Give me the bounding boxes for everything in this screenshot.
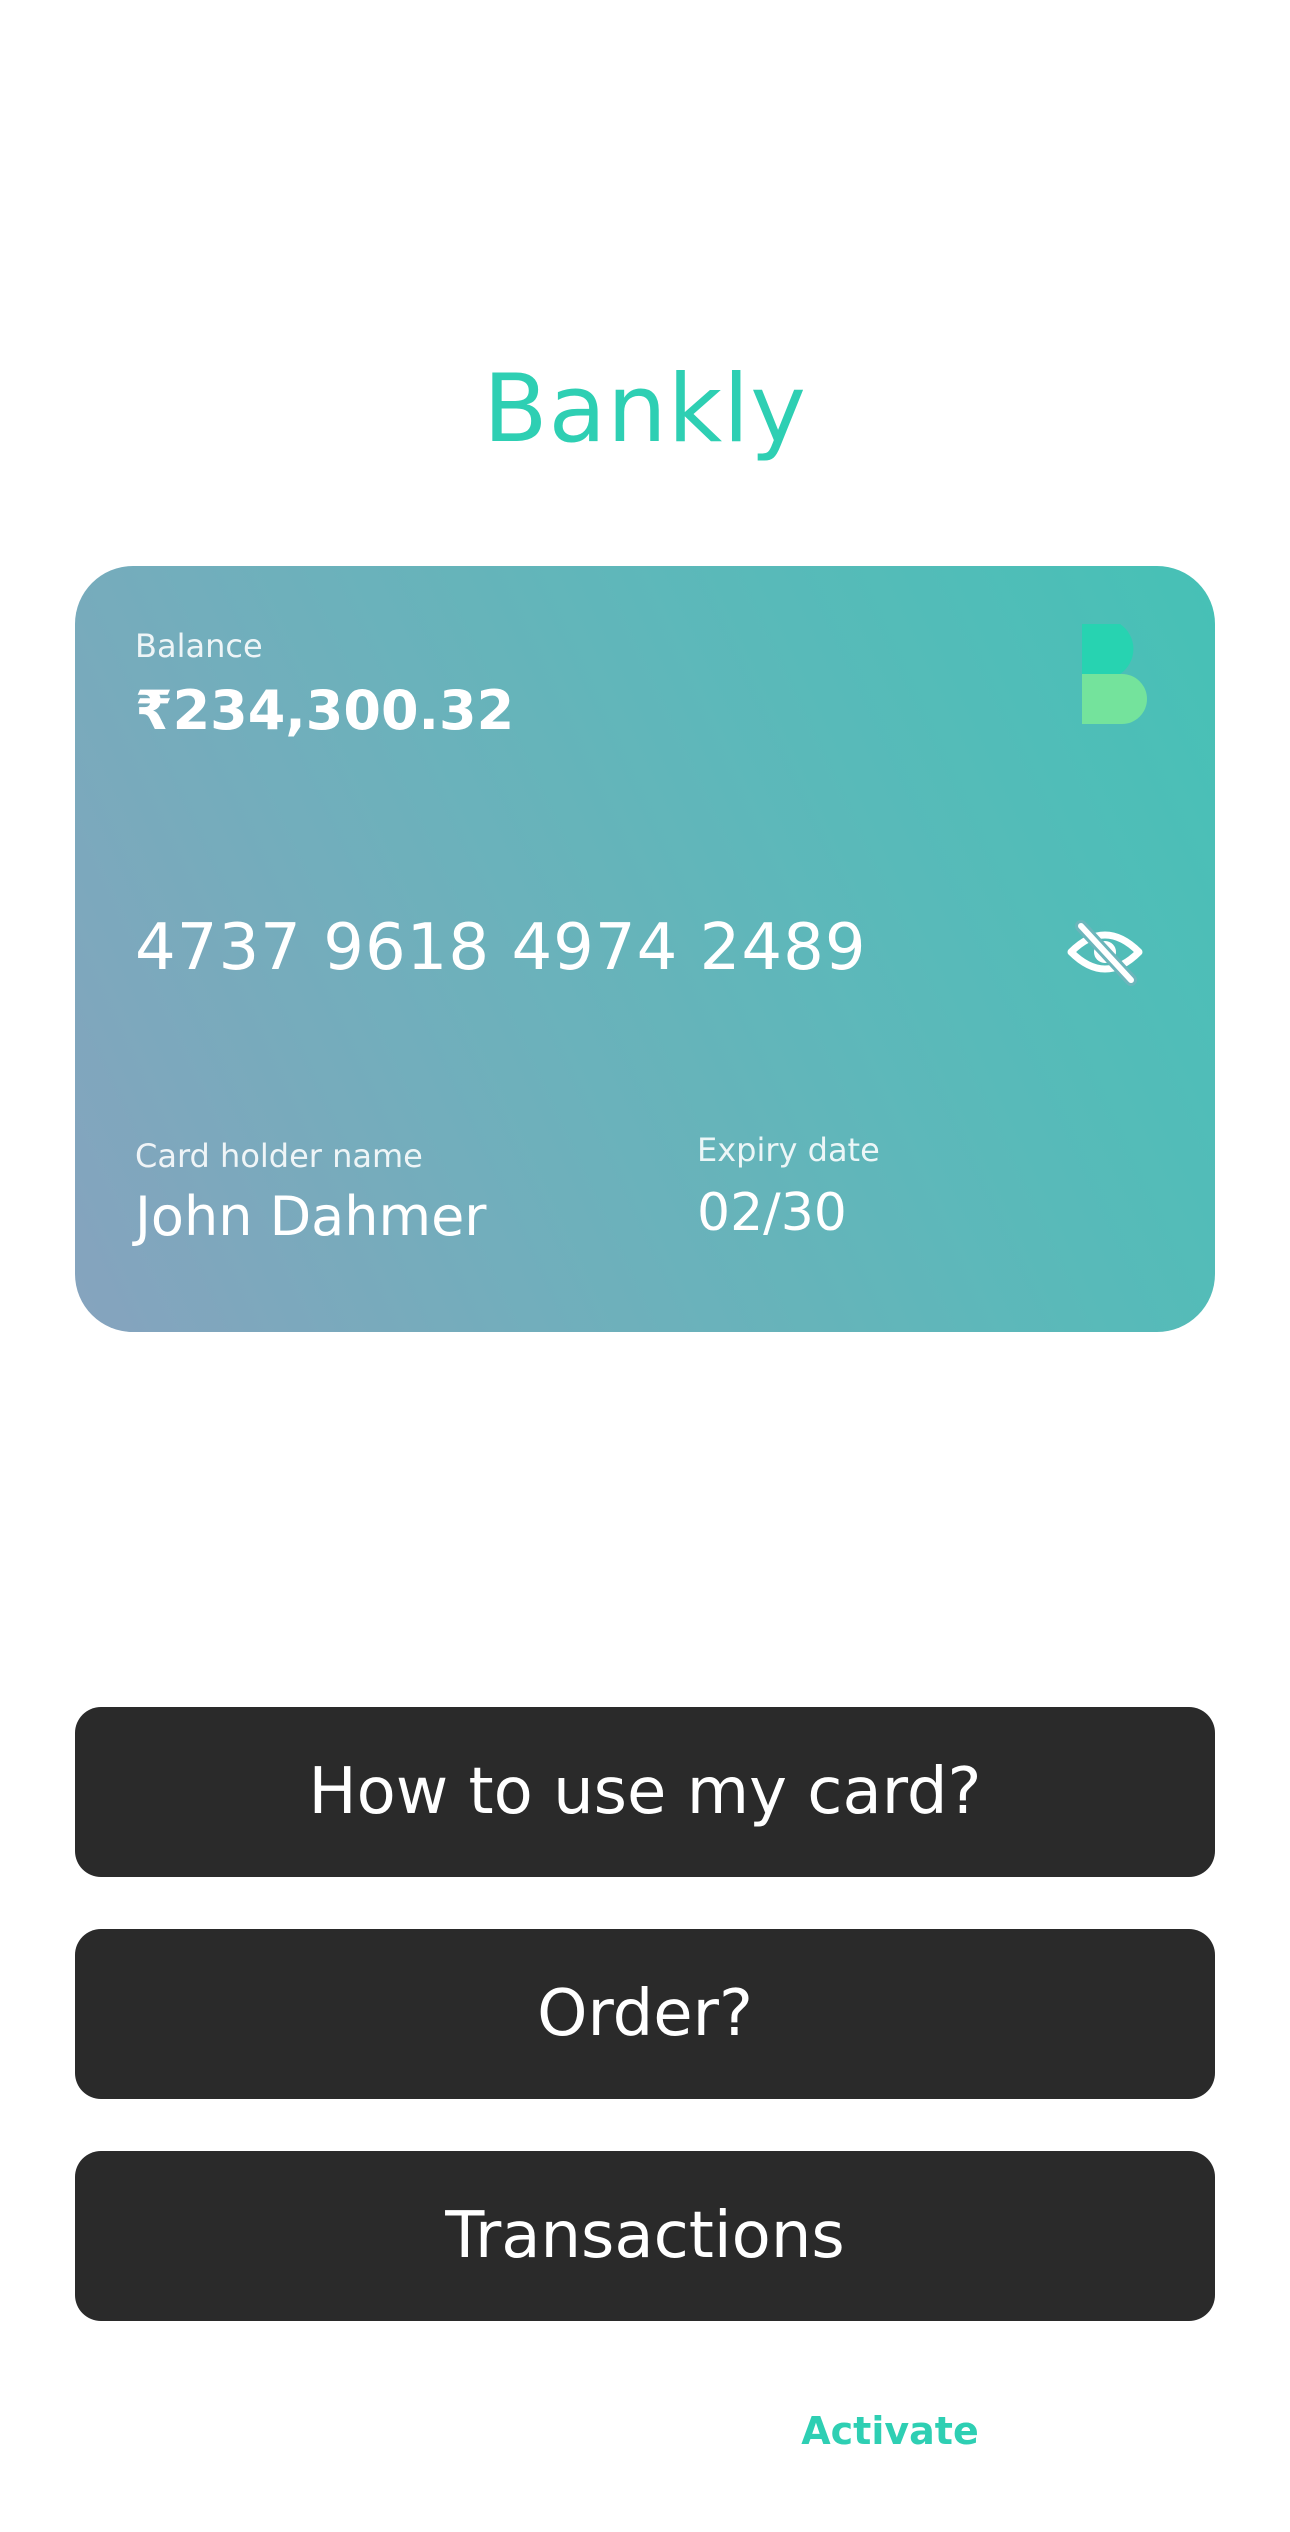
transactions-button[interactable]: Transactions <box>75 2151 1215 2321</box>
eye-off-icon[interactable] <box>1065 912 1145 992</box>
balance-value: ₹234,300.32 <box>135 679 515 742</box>
expiry-date-label: Expiry date <box>697 1131 880 1169</box>
card-holder-label: Card holder name <box>135 1137 423 1175</box>
bank-card: Balance ₹234,300.32 4737 9618 4974 2489 … <box>75 566 1215 1332</box>
how-to-use-card-button[interactable]: How to use my card? <box>75 1707 1215 1877</box>
order-button[interactable]: Order? <box>75 1929 1215 2099</box>
app-title: Bankly <box>483 355 807 464</box>
activate-link[interactable]: Activate <box>790 2404 990 2458</box>
expiry-date-value: 02/30 <box>697 1183 847 1243</box>
bankly-b-logo-icon <box>1082 624 1147 724</box>
balance-label: Balance <box>135 627 263 665</box>
card-number: 4737 9618 4974 2489 <box>135 911 867 985</box>
card-holder-name: John Dahmer <box>135 1185 487 1248</box>
